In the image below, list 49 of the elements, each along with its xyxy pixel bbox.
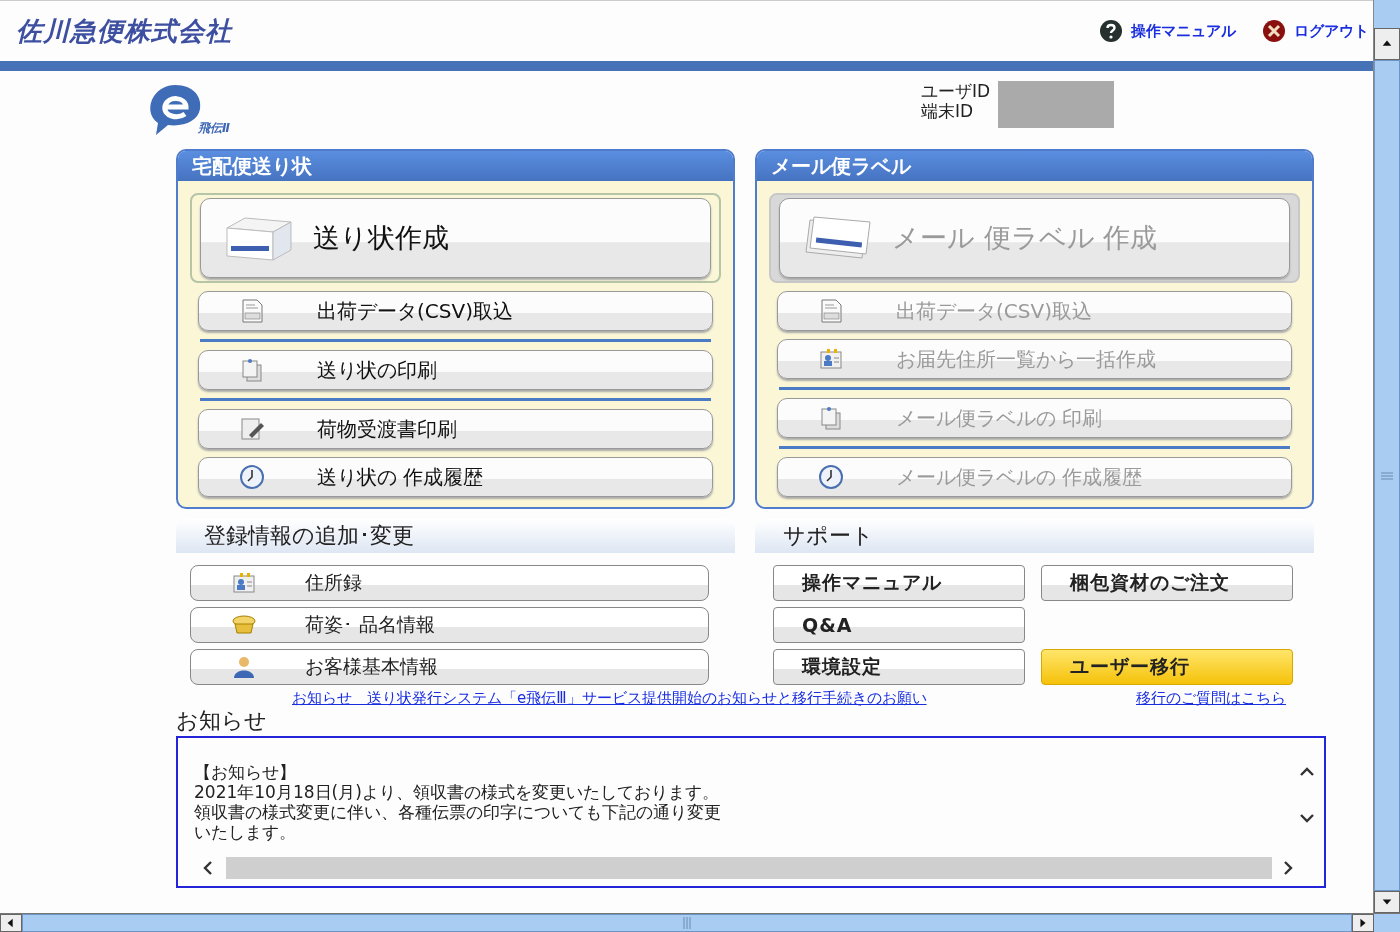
menu-button[interactable]: 住所録 bbox=[190, 565, 709, 601]
support-button[interactable]: 操作マニュアル bbox=[773, 565, 1025, 601]
close-icon[interactable] bbox=[1262, 19, 1286, 43]
menu-button[interactable]: 荷姿･ 品名情報 bbox=[190, 607, 709, 643]
clock-icon bbox=[239, 464, 265, 490]
horizontal-scrollbar[interactable] bbox=[0, 913, 1400, 932]
address-card-icon bbox=[818, 346, 844, 372]
address-card-icon bbox=[231, 570, 257, 596]
menu-button[interactable]: 荷物受渡書印刷 bbox=[198, 409, 713, 449]
panel-title: メール便ラベル bbox=[757, 151, 1312, 181]
support-button[interactable]: ユーザー移行 bbox=[1041, 649, 1293, 685]
notice-title: お知らせ bbox=[176, 707, 268, 735]
link-label[interactable]: ログアウト bbox=[1294, 21, 1369, 41]
menu-button[interactable]: 送り状の 作成履歴 bbox=[198, 457, 713, 497]
menu-button[interactable]: 送り状作成 bbox=[200, 198, 711, 278]
notice-link[interactable]: お知らせ 送り状発行システム「e飛伝Ⅲ」サービス提供開始のお知らせと移行手続きのお願い bbox=[292, 689, 927, 708]
scrollbar-thumb[interactable] bbox=[226, 857, 1272, 879]
menu-button[interactable]: 送り状の印刷 bbox=[198, 350, 713, 390]
document-pen-icon bbox=[239, 416, 265, 442]
notice-line: 2021年10月18日(月)より、領収書の様式を変更いたしております。 bbox=[194, 782, 720, 802]
logo-caption: 飛伝Ⅱ bbox=[198, 120, 230, 137]
header-link[interactable]: 操作マニュアル bbox=[1099, 19, 1236, 43]
header-link[interactable]: ログアウト bbox=[1262, 19, 1369, 43]
notice-line: 【お知らせ】 bbox=[194, 762, 297, 782]
company-name: 佐川急便株式会社 bbox=[16, 14, 232, 48]
support-button[interactable]: 環境設定 bbox=[773, 649, 1025, 685]
clock-icon bbox=[818, 464, 844, 490]
label-cards-icon bbox=[802, 214, 874, 262]
account-label: ユーザID bbox=[920, 81, 990, 101]
link-label[interactable]: 操作マニュアル bbox=[1131, 21, 1236, 41]
panel-title: 宅配便送り状 bbox=[178, 151, 733, 181]
person-icon bbox=[231, 654, 257, 680]
documents-icon bbox=[818, 405, 844, 431]
account-label: 端末ID bbox=[920, 101, 974, 121]
notice-link[interactable]: 移行のご質問はこちら bbox=[1136, 689, 1286, 708]
csv-file-icon bbox=[239, 298, 265, 324]
notice-line: 領収書の様式変更に伴い、各種伝票の印字についても下記の通り変更 bbox=[194, 802, 722, 822]
vertical-scrollbar[interactable] bbox=[1373, 0, 1400, 913]
grip-icon bbox=[682, 917, 692, 929]
menu-button[interactable]: お客様基本情報 bbox=[190, 649, 709, 685]
support-button[interactable]: 梱包資材のご注文 bbox=[1041, 565, 1293, 601]
menu-button[interactable]: 出荷データ(CSV)取込 bbox=[198, 291, 713, 331]
csv-file-icon bbox=[818, 298, 844, 324]
notice-line: いたします。 bbox=[194, 822, 297, 842]
parcel-box-icon bbox=[223, 214, 295, 262]
documents-icon bbox=[239, 357, 265, 383]
grip-icon bbox=[1381, 470, 1393, 481]
help-icon[interactable] bbox=[1099, 19, 1123, 43]
support-button[interactable]: Q&A bbox=[773, 607, 1025, 643]
